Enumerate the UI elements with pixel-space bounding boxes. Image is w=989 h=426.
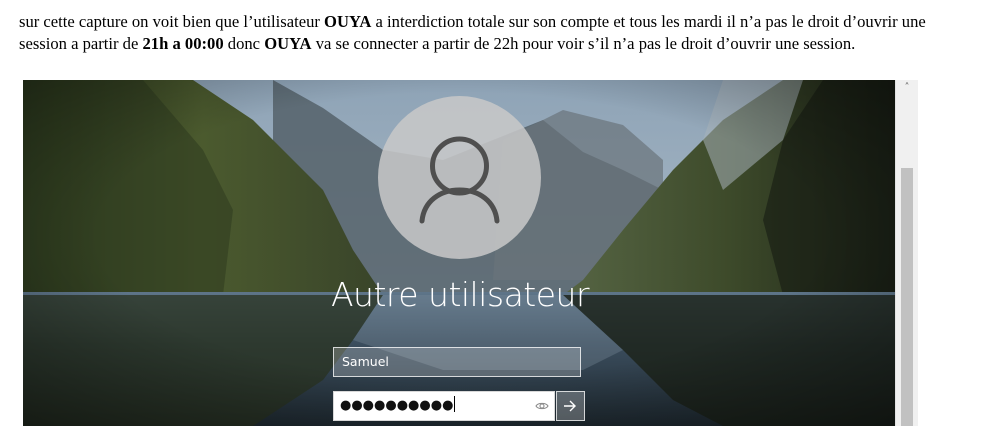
body-paragraph: sur cette capture on voit bien que l’uti…	[19, 11, 969, 54]
paragraph-bold-user-2: OUYA	[264, 33, 312, 53]
login-screenshot: Autre utilisateur Samuel ●●●●●●●●●●	[23, 80, 895, 426]
scroll-thumb[interactable]	[901, 168, 913, 426]
username-field[interactable]: Samuel	[333, 347, 581, 377]
user-avatar	[378, 96, 541, 259]
document-page: sur cette capture on voit bien que l’uti…	[0, 0, 989, 426]
paragraph-text-3: donc	[223, 33, 265, 53]
password-field[interactable]: ●●●●●●●●●●	[333, 391, 555, 421]
paragraph-bold-time: 21h a 00:00	[142, 33, 224, 53]
vertical-scrollbar[interactable]: ˄	[895, 80, 918, 426]
submit-button[interactable]	[556, 391, 585, 421]
paragraph-text-1: sur cette capture on voit bien que l’uti…	[19, 12, 325, 31]
password-row: ●●●●●●●●●●	[333, 391, 585, 421]
scroll-up-arrow[interactable]: ˄	[896, 80, 918, 96]
text-caret	[454, 396, 456, 412]
eye-icon[interactable]	[535, 399, 549, 413]
arrow-right-icon	[564, 400, 576, 412]
paragraph-text-4: va se connecter a partir de 22h pour voi…	[311, 33, 856, 53]
user-silhouette-icon	[419, 136, 500, 224]
paragraph-bold-user: OUYA	[324, 12, 372, 31]
display-name: Autre utilisateur	[330, 275, 590, 314]
password-mask: ●●●●●●●●●●	[340, 398, 454, 413]
